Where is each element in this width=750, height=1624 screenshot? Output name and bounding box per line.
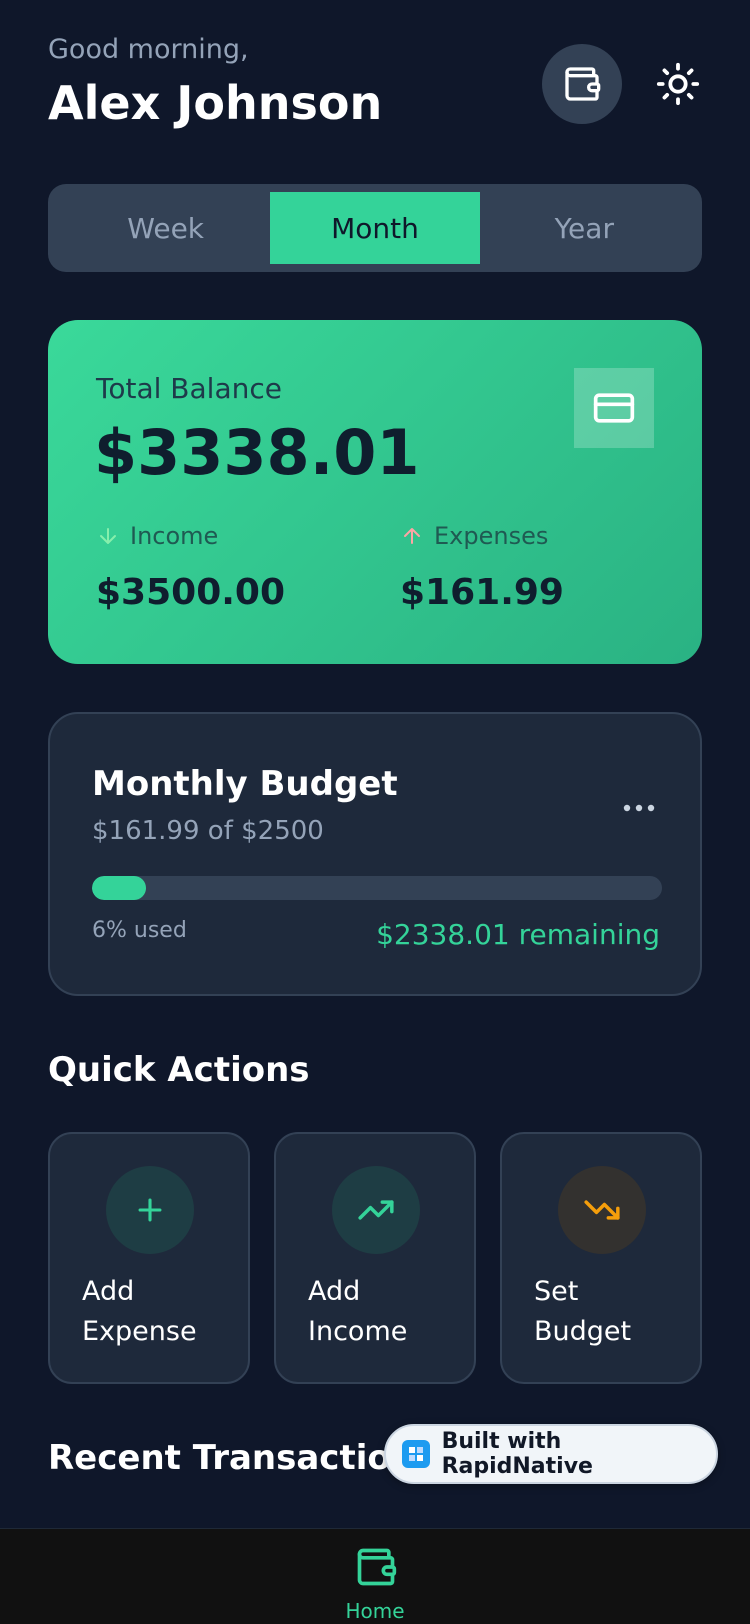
- income-label: Income: [130, 522, 219, 550]
- arrow-up-icon: [404, 528, 420, 544]
- sun-icon: [656, 62, 700, 106]
- nav-home-label: Home: [345, 1599, 405, 1623]
- budget-remaining-text: $2338.01 remaining: [376, 918, 660, 951]
- plus-icon: [138, 1198, 162, 1222]
- bottom-nav: Home: [0, 1528, 750, 1624]
- balance-card: Total Balance $3338.01 Income $3500.00 E…: [48, 320, 702, 664]
- wallet-button[interactable]: [542, 44, 622, 124]
- income-stat: Income $3500.00: [96, 522, 285, 613]
- rapidnative-logo-icon: [402, 1440, 430, 1468]
- wallet-icon: [357, 1548, 397, 1586]
- trending-down-icon: [584, 1200, 620, 1220]
- greeting-text: Good morning,: [48, 34, 249, 65]
- tab-week[interactable]: Week: [61, 192, 270, 264]
- theme-toggle-button[interactable]: [652, 58, 704, 110]
- add-income-icon-circle: [332, 1166, 420, 1254]
- expenses-stat: Expenses $161.99: [400, 522, 564, 613]
- quick-actions-title: Quick Actions: [48, 1050, 310, 1090]
- tab-year[interactable]: Year: [480, 192, 689, 264]
- add-income-label: Add Income: [308, 1276, 408, 1347]
- built-with-badge[interactable]: Built with RapidNative: [384, 1424, 718, 1484]
- budget-title: Monthly Budget: [92, 764, 398, 804]
- more-dots-icon: [623, 804, 655, 812]
- budget-progress-fill: [92, 876, 147, 900]
- more-options-button[interactable]: [622, 786, 656, 821]
- card-icon-box: [574, 368, 654, 448]
- nav-home-tab[interactable]: Home: [0, 1529, 750, 1624]
- budget-subtitle: $161.99 of $2500: [92, 816, 324, 846]
- income-value: $3500.00: [96, 572, 286, 613]
- budget-progress-bar: [92, 876, 662, 900]
- add-expense-icon-circle: [106, 1166, 194, 1254]
- built-with-text: Built with RapidNative: [441, 1429, 593, 1479]
- recent-transactions-title: Recent Transactions: [48, 1438, 436, 1478]
- expenses-label: Expenses: [434, 522, 549, 550]
- credit-card-icon: [593, 393, 635, 423]
- period-selector: Week Month Year: [48, 184, 702, 272]
- add-expense-label: Add Expense: [82, 1276, 197, 1347]
- expenses-value: $161.99: [400, 572, 564, 613]
- budget-used-text: 6% used: [92, 918, 187, 943]
- arrow-down-icon: [100, 528, 116, 544]
- add-income-button[interactable]: Add Income: [274, 1132, 476, 1384]
- budget-card: Monthly Budget $161.99 of $2500 6% used …: [48, 712, 702, 996]
- add-expense-button[interactable]: Add Expense: [48, 1132, 250, 1384]
- app-screen: Good morning, Alex Johnson Week Month Ye…: [0, 0, 750, 1624]
- trending-up-icon: [358, 1200, 394, 1220]
- balance-value: $3338.01: [94, 416, 420, 489]
- tab-month[interactable]: Month: [270, 192, 480, 264]
- user-name: Alex Johnson: [48, 76, 383, 130]
- set-budget-label: Set Budget: [534, 1276, 632, 1347]
- wallet-icon: [565, 67, 601, 101]
- set-budget-button[interactable]: Set Budget: [500, 1132, 702, 1384]
- balance-label: Total Balance: [96, 372, 282, 405]
- set-budget-icon-circle: [558, 1166, 646, 1254]
